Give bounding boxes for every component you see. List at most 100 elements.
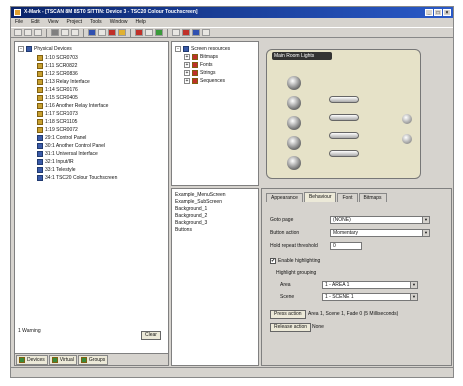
- resource-item[interactable]: + Bitmaps: [184, 53, 218, 61]
- resource-item[interactable]: + Sequences: [184, 77, 225, 85]
- paste-icon[interactable]: [71, 29, 79, 36]
- tree-item[interactable]: 1:19 SCR0072: [37, 126, 78, 134]
- dimmer-knob[interactable]: [402, 114, 412, 124]
- resource-item[interactable]: + Strings: [184, 69, 216, 77]
- button-action-select[interactable]: Momentary ▼: [330, 229, 430, 237]
- device-icon: [37, 103, 43, 109]
- bulb-icon[interactable]: [287, 96, 301, 110]
- new-icon[interactable]: [14, 29, 22, 36]
- minimize-button[interactable]: _: [425, 9, 433, 16]
- person-icon[interactable]: [287, 136, 301, 150]
- goto-page-select[interactable]: (NONE) ▼: [330, 216, 430, 224]
- close-button[interactable]: ×: [443, 9, 451, 16]
- tree-item-label: 1:16 Another Relay Interface: [45, 103, 109, 109]
- tab-appearance[interactable]: Appearance: [266, 193, 303, 202]
- chevron-down-icon[interactable]: ▼: [422, 217, 429, 223]
- resource-root[interactable]: - Screen resources: [175, 45, 230, 53]
- tree-item[interactable]: 1:13 Relay Interface: [37, 78, 90, 86]
- groups-icon: [80, 357, 87, 363]
- tree-item[interactable]: 32:1 Input/IR: [37, 158, 74, 166]
- back-arrow-icon[interactable]: [287, 156, 301, 170]
- tree-item[interactable]: 1:15 SCR0405: [37, 94, 78, 102]
- list-item[interactable]: Buttons: [175, 226, 192, 235]
- enable-highlighting-row[interactable]: ✔ Enable highlighting: [270, 257, 320, 266]
- stop-icon[interactable]: [108, 29, 116, 36]
- tree-item[interactable]: 1:14 SCR0176: [37, 86, 78, 94]
- menu-window[interactable]: Window: [110, 18, 128, 27]
- record-icon[interactable]: [135, 29, 143, 36]
- resource-item[interactable]: + Fonts: [184, 61, 213, 69]
- press-action-button[interactable]: Press action: [270, 310, 306, 319]
- tree-item[interactable]: 29:1 Control Panel: [37, 134, 86, 142]
- collapse-icon[interactable]: -: [175, 46, 181, 52]
- preset-button[interactable]: [287, 76, 301, 90]
- tab-groups[interactable]: Groups: [77, 355, 109, 365]
- scene-button[interactable]: [329, 114, 359, 121]
- release-action-button[interactable]: Release action: [270, 323, 312, 332]
- menu-tools[interactable]: Tools: [90, 18, 102, 27]
- expand-icon[interactable]: +: [184, 70, 190, 76]
- dimmer-knob[interactable]: [402, 134, 412, 144]
- maximize-button[interactable]: □: [434, 9, 442, 16]
- chevron-down-icon[interactable]: ▼: [410, 282, 417, 288]
- tree-item-label: 29:1 Control Panel: [45, 135, 87, 141]
- download-icon[interactable]: [145, 29, 153, 36]
- open-icon[interactable]: [24, 29, 32, 36]
- expand-icon[interactable]: +: [184, 54, 190, 60]
- resource-item-label: Strings: [200, 70, 216, 76]
- device-icon: [37, 63, 43, 69]
- zoom-icon[interactable]: [172, 29, 180, 36]
- chevron-down-icon[interactable]: ▼: [410, 294, 417, 300]
- copy-icon[interactable]: [61, 29, 69, 36]
- tab-font[interactable]: Font: [337, 193, 358, 202]
- left-tab-strip: Devices Virtual Groups: [15, 353, 168, 365]
- expand-icon[interactable]: +: [184, 78, 190, 84]
- thermometer-icon[interactable]: [287, 116, 301, 130]
- save-icon[interactable]: [34, 29, 42, 36]
- warning-icon[interactable]: [118, 29, 126, 36]
- tree-item[interactable]: 1:10 SCR0703: [37, 54, 78, 62]
- button-action-label: Button action: [270, 230, 300, 236]
- tree-item[interactable]: 1:17 SCR1073: [37, 110, 78, 118]
- cut-icon[interactable]: [51, 29, 59, 36]
- tree-item[interactable]: 1:18 SCR1105: [37, 118, 77, 126]
- tree-item-selected[interactable]: 34:1 TSC20 Colour Touchscreen: [37, 174, 117, 182]
- scene-select[interactable]: 1 - SCENE 1 ▼: [322, 293, 418, 301]
- menu-edit[interactable]: Edit: [31, 18, 40, 27]
- tree-item[interactable]: 33:1 Telestyle: [37, 166, 75, 174]
- tree-item[interactable]: 31:1 Universal Interface: [37, 150, 98, 158]
- area-select[interactable]: 1 - AREA 1 ▼: [322, 281, 418, 289]
- tab-bitmaps[interactable]: Bitmaps: [358, 193, 387, 202]
- menu-help[interactable]: Help: [135, 18, 145, 27]
- tree-item-label: 1:11 SCR0822: [45, 63, 78, 69]
- delete-icon[interactable]: [182, 29, 190, 36]
- upload-icon[interactable]: [155, 29, 163, 36]
- tree-item[interactable]: 1:16 Another Relay Interface: [37, 102, 108, 110]
- tab-virtual[interactable]: Virtual: [48, 355, 77, 365]
- tree-item[interactable]: 30:1 Another Control Panel: [37, 142, 105, 150]
- menu-bar: File Edit View Project Tools Window Help: [11, 18, 453, 27]
- expand-icon[interactable]: +: [184, 62, 190, 68]
- grid-icon[interactable]: [98, 29, 106, 36]
- menu-project[interactable]: Project: [66, 18, 82, 27]
- tree-root[interactable]: - Physical Devices: [18, 45, 72, 53]
- hold-threshold-label: Hold repeat threshold: [270, 243, 318, 249]
- tree-item[interactable]: 1:11 SCR0822: [37, 62, 77, 70]
- help-icon[interactable]: [202, 29, 210, 36]
- chevron-down-icon[interactable]: ▼: [422, 230, 429, 236]
- menu-view[interactable]: View: [48, 18, 59, 27]
- scene-button[interactable]: [329, 150, 359, 157]
- collapse-icon[interactable]: -: [18, 46, 24, 52]
- screen-icon[interactable]: [192, 29, 200, 36]
- scene-button[interactable]: [329, 96, 359, 103]
- tree-item[interactable]: 1:12 SCR0836: [37, 70, 78, 78]
- device-icon[interactable]: [88, 29, 96, 36]
- tab-devices[interactable]: Devices: [16, 355, 48, 365]
- resource-item-label: Fonts: [200, 62, 213, 68]
- hold-threshold-input[interactable]: 0: [330, 242, 362, 250]
- menu-file[interactable]: File: [15, 18, 23, 27]
- tab-behaviour[interactable]: Behaviour: [303, 192, 337, 202]
- enable-highlighting-checkbox[interactable]: ✔: [270, 257, 276, 264]
- clear-button[interactable]: Clear: [141, 331, 161, 340]
- scene-button[interactable]: [329, 132, 359, 139]
